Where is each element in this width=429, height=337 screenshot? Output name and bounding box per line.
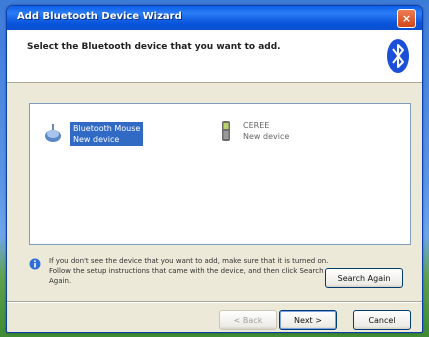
wizard-window: Add Bluetooth Device Wizard × Select the… bbox=[6, 5, 423, 333]
help-tip: If you don't see the device that you wan… bbox=[29, 256, 329, 286]
search-again-button[interactable]: Search Again bbox=[325, 268, 403, 288]
back-button[interactable]: < Back bbox=[219, 310, 277, 330]
info-icon bbox=[29, 258, 41, 270]
phone-icon bbox=[222, 121, 230, 141]
bluetooth-logo-icon bbox=[387, 39, 409, 73]
list-item[interactable]: Bluetooth Mouse New device bbox=[42, 122, 144, 146]
mouse-icon bbox=[45, 124, 61, 142]
next-button[interactable]: Next > bbox=[279, 310, 337, 330]
device-list[interactable]: Bluetooth Mouse New device CEREE New dev… bbox=[29, 103, 411, 245]
device-status: New device bbox=[243, 132, 290, 141]
help-tip-text: If you don't see the device that you wan… bbox=[49, 257, 329, 285]
wizard-header: Select the Bluetooth device that you wan… bbox=[7, 30, 422, 83]
list-item[interactable]: CEREE New device bbox=[215, 120, 289, 142]
device-name: CEREE bbox=[243, 121, 270, 130]
window-title: Add Bluetooth Device Wizard bbox=[17, 11, 182, 22]
title-bar[interactable]: Add Bluetooth Device Wizard × bbox=[7, 6, 422, 30]
cancel-button[interactable]: Cancel bbox=[353, 310, 411, 330]
instruction-text: Select the Bluetooth device that you wan… bbox=[27, 42, 281, 52]
device-status: New device bbox=[73, 135, 120, 144]
close-button[interactable]: × bbox=[397, 9, 416, 28]
separator bbox=[7, 301, 422, 303]
device-name: Bluetooth Mouse bbox=[73, 124, 141, 133]
